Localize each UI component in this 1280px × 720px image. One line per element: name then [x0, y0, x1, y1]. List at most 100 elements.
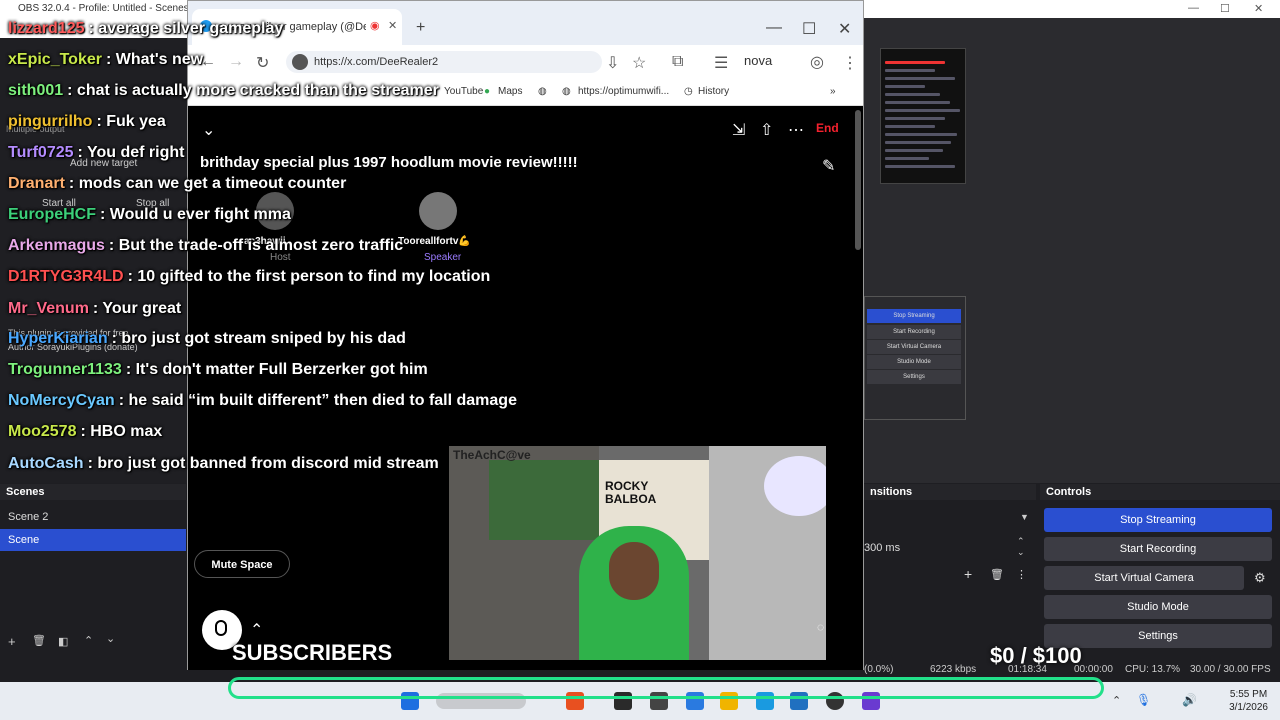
- chat-separator: :: [80, 423, 91, 440]
- chat-username: Trogunner1133: [8, 361, 122, 378]
- duration-up-icon[interactable]: ⌃: [1017, 536, 1025, 547]
- scene-item-selected[interactable]: Scene: [0, 529, 186, 551]
- maximize-icon[interactable]: ☐: [802, 19, 816, 39]
- microphone-tray-icon[interactable]: 🎙: [1136, 693, 1151, 707]
- chevron-up-icon[interactable]: ⌃: [250, 620, 263, 640]
- chevron-up-icon[interactable]: ⌃: [84, 634, 93, 647]
- end-space-button[interactable]: End: [816, 121, 839, 135]
- install-app-icon[interactable]: ⇩: [606, 53, 619, 73]
- chat-line: Dranart: mods can we get a timeout count…: [8, 175, 346, 193]
- chat-line: EuropeHCF: Would u ever fight mma: [8, 206, 291, 224]
- chat-line: Turf0725: You def right: [8, 144, 184, 162]
- start-recording-button[interactable]: Start Recording: [1044, 537, 1272, 561]
- donation-goal: $0 / $100: [990, 643, 1082, 668]
- chat-overlay: lizzard125: average silver gameplay xEpic…: [0, 14, 560, 484]
- chat-separator: :: [108, 237, 119, 254]
- edit-icon[interactable]: ✎: [822, 156, 835, 176]
- minimize-space-icon[interactable]: ⇲: [732, 120, 745, 140]
- chat-line: Arkenmagus: But the trade-off is almost …: [8, 237, 403, 255]
- obs-preview-thumbnail: [880, 48, 966, 184]
- scenes-dock: Scenes Scene 2 Scene + 🗑 ◧ ⌃ ⌄: [0, 484, 186, 668]
- fps: 30.00 / 30.00 FPS: [1190, 664, 1271, 675]
- chat-separator: :: [111, 330, 122, 347]
- duration-down-icon[interactable]: ⌄: [1017, 547, 1025, 558]
- scene-item[interactable]: Scene 2: [0, 506, 186, 528]
- clock-date: 3/1/2026: [1229, 702, 1268, 713]
- chevron-down-icon[interactable]: ⌄: [106, 632, 115, 645]
- minimize-icon[interactable]: —: [766, 19, 782, 37]
- chat-separator: :: [125, 361, 136, 378]
- chat-separator: :: [88, 20, 99, 37]
- chat-line: AutoCash: bro just got banned from disco…: [8, 455, 439, 473]
- chat-message: average silver gameplay: [98, 20, 284, 37]
- globe-icon: ◍: [562, 86, 571, 97]
- more-bookmarks-icon[interactable]: »: [830, 86, 836, 97]
- tray-chevron-icon[interactable]: ⌃: [1112, 694, 1121, 707]
- chat-username: xEpic_Toker: [8, 51, 102, 68]
- maximize-icon[interactable]: ☐: [1220, 2, 1230, 15]
- mini-start-recording[interactable]: Start Recording: [867, 325, 961, 339]
- chat-username: AutoCash: [8, 455, 84, 472]
- chat-username: Mr_Venum: [8, 300, 89, 317]
- share-icon[interactable]: ⇧: [760, 120, 773, 140]
- mute-space-button[interactable]: Mute Space: [194, 550, 290, 578]
- subscribers-label: SUBSCRIBERS: [232, 640, 393, 665]
- bookmark-optimum[interactable]: https://optimumwifi...: [578, 86, 669, 97]
- add-transition-icon[interactable]: +: [964, 566, 972, 582]
- gear-icon[interactable]: ⚙: [1254, 570, 1266, 586]
- chat-message: It's don't matter Full Berzerker got him: [135, 361, 428, 378]
- chat-message: You def right: [87, 144, 185, 161]
- bookmark-history[interactable]: History: [698, 86, 729, 97]
- chat-separator: :: [105, 51, 116, 68]
- chat-username: pingurrilho: [8, 113, 93, 130]
- studio-mode-button[interactable]: Studio Mode: [1044, 595, 1272, 619]
- trash-icon[interactable]: 🗑: [32, 634, 46, 647]
- mini-stop-streaming[interactable]: Stop Streaming: [867, 309, 961, 323]
- clock[interactable]: 5:55 PM 3/1/2026: [1229, 688, 1268, 714]
- minimize-icon[interactable]: —: [1188, 2, 1199, 14]
- chat-username: NoMercyCyan: [8, 392, 115, 409]
- stop-streaming-button[interactable]: Stop Streaming: [1044, 508, 1272, 532]
- chat-username: Dranart: [8, 175, 65, 192]
- dropped-frames: (0.0%): [864, 664, 894, 675]
- chat-line: Moo2578: HBO max: [8, 423, 162, 441]
- add-scene-icon[interactable]: +: [8, 634, 16, 649]
- chat-separator: :: [77, 144, 87, 161]
- more-icon[interactable]: ⋯: [788, 120, 804, 140]
- chat-message: mods can we get a timeout counter: [78, 175, 347, 192]
- scrollbar[interactable]: [855, 110, 861, 250]
- chat-username: Turf0725: [8, 144, 74, 161]
- extensions-icon[interactable]: ⧉: [672, 53, 683, 71]
- bookmark-star-icon[interactable]: ☆: [632, 53, 646, 73]
- chat-line: Mr_Venum: Your great: [8, 300, 181, 318]
- chat-username: sith001: [8, 82, 64, 99]
- progress-bar-outline: [228, 677, 1104, 699]
- chat-message: Your great: [102, 300, 182, 317]
- mini-settings[interactable]: Settings: [867, 370, 961, 384]
- chat-username: Arkenmagus: [8, 237, 105, 254]
- chat-username: Moo2578: [8, 423, 77, 440]
- mini-start-virtual-camera[interactable]: Start Virtual Camera: [867, 340, 961, 354]
- chat-username: lizzard125: [8, 20, 85, 37]
- transition-duration[interactable]: 300 ms: [864, 542, 900, 554]
- account-icon[interactable]: ◎: [810, 52, 824, 72]
- close-window-icon[interactable]: ✕: [838, 19, 851, 39]
- chat-username: HyperKiarian: [8, 330, 108, 347]
- dropdown-chevron-icon[interactable]: ▼: [1020, 512, 1029, 522]
- history-icon: ◷: [684, 86, 693, 97]
- chat-line: HyperKiarian: bro just got stream sniped…: [8, 330, 406, 348]
- remove-transition-icon[interactable]: 🗑: [990, 568, 1004, 581]
- chat-separator: :: [67, 82, 77, 99]
- chat-line: pingurrilho: Fuk yea: [8, 113, 166, 131]
- volume-icon[interactable]: 🔊: [1182, 693, 1197, 707]
- close-icon[interactable]: ✕: [1254, 2, 1263, 15]
- filter-icon[interactable]: ◧: [58, 635, 68, 648]
- chat-separator: :: [87, 455, 98, 472]
- start-virtual-camera-button[interactable]: Start Virtual Camera: [1044, 566, 1244, 590]
- kebab-menu-icon[interactable]: ⋮: [842, 53, 858, 73]
- chat-message: What's new: [115, 51, 204, 68]
- tab-search-icon[interactable]: ☰: [714, 53, 728, 73]
- profile-nova[interactable]: nova: [744, 53, 772, 68]
- more-options-icon[interactable]: ⋮: [1016, 568, 1027, 581]
- mini-studio-mode[interactable]: Studio Mode: [867, 355, 961, 369]
